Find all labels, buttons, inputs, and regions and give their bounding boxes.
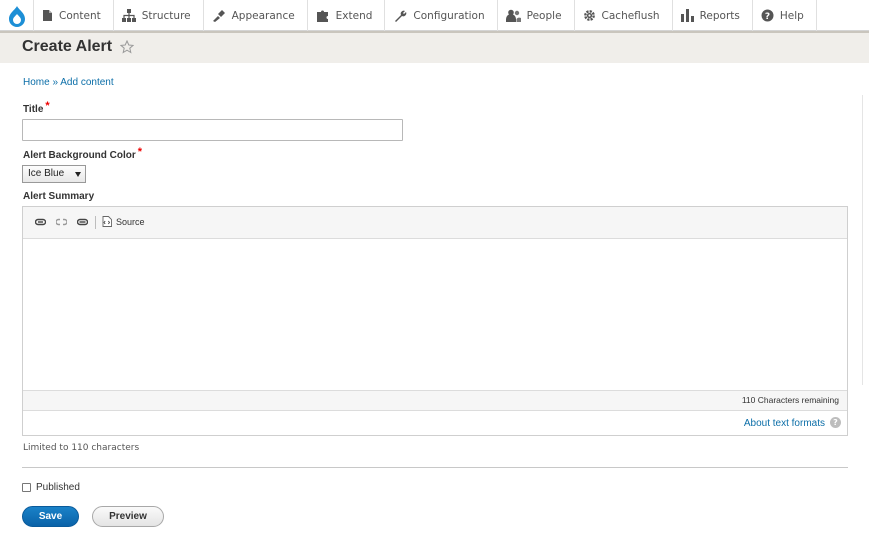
title-label: Title * bbox=[23, 100, 50, 115]
brush-icon bbox=[212, 10, 225, 22]
anchor-icon[interactable] bbox=[77, 218, 88, 226]
toolbar-item-appearance[interactable]: Appearance bbox=[204, 0, 308, 31]
bar-chart-icon bbox=[680, 9, 694, 22]
question-icon: ? bbox=[761, 9, 774, 22]
summary-label-text: Alert Summary bbox=[23, 191, 95, 202]
toolbar-item-people[interactable]: People bbox=[498, 0, 575, 31]
color-label-text: Alert Background Color bbox=[23, 150, 136, 161]
required-marker: * bbox=[45, 100, 50, 112]
characters-remaining: 110 Characters remaining bbox=[741, 395, 839, 405]
toolbar-item-label: Structure bbox=[141, 9, 191, 22]
editor-toolbar: Source bbox=[23, 207, 847, 239]
toolbar-item-label: People bbox=[526, 9, 562, 22]
page-header: Create Alert bbox=[0, 31, 869, 63]
required-marker: * bbox=[137, 146, 143, 158]
link-icon[interactable] bbox=[35, 218, 46, 226]
sitemap-icon bbox=[121, 9, 136, 22]
form-divider bbox=[22, 467, 848, 468]
gear-icon bbox=[583, 10, 595, 21]
breadcrumb-separator: » bbox=[52, 77, 59, 88]
toolbar-item-extend[interactable]: Extend bbox=[308, 0, 386, 31]
admin-toolbar: Content Structure Appearance Extend Conf… bbox=[0, 0, 869, 31]
toolbar-separator bbox=[95, 216, 96, 229]
toolbar-item-help[interactable]: ? Help bbox=[753, 0, 817, 31]
background-color-select[interactable]: Ice Blue bbox=[22, 165, 86, 183]
text-format-bar: About text formats ? bbox=[23, 411, 847, 435]
toolbar-item-label: Reports bbox=[699, 9, 740, 22]
preview-button[interactable]: Preview bbox=[92, 506, 164, 527]
breadcrumb-home-link[interactable]: Home bbox=[23, 77, 50, 88]
scrollbar-track bbox=[862, 95, 869, 385]
breadcrumb-add-content-link[interactable]: Add content bbox=[60, 77, 113, 88]
color-label: Alert Background Color * bbox=[23, 146, 143, 161]
page-title-text: Create Alert bbox=[22, 38, 113, 55]
select-value: Ice Blue bbox=[28, 168, 65, 179]
star-outline-icon[interactable] bbox=[120, 40, 135, 54]
toolbar-item-reports[interactable]: Reports bbox=[673, 0, 753, 31]
page-title: Create Alert bbox=[22, 38, 135, 56]
toolbar-item-label: Extend bbox=[335, 9, 373, 22]
drupal-drop-icon bbox=[8, 5, 25, 27]
toolbar-item-label: Help bbox=[779, 9, 804, 22]
published-checkbox[interactable] bbox=[22, 483, 31, 492]
caret-down-icon bbox=[75, 172, 81, 177]
source-button[interactable]: Source bbox=[102, 216, 145, 227]
file-icon bbox=[43, 10, 52, 21]
source-code-icon bbox=[102, 216, 112, 227]
toolbar-item-label: Appearance bbox=[231, 9, 295, 22]
title-label-text: Title bbox=[23, 104, 44, 115]
editor-content-area[interactable] bbox=[23, 239, 847, 390]
published-option[interactable]: Published bbox=[22, 482, 80, 493]
toolbar-item-label: Configuration bbox=[413, 9, 485, 22]
toolbar-item-structure[interactable]: Structure bbox=[114, 0, 204, 31]
character-counter-bar: 110 Characters remaining bbox=[23, 390, 847, 411]
puzzle-icon bbox=[316, 10, 328, 22]
rich-text-editor: Source 110 Characters remaining About te… bbox=[22, 206, 848, 436]
save-button[interactable]: Save bbox=[22, 506, 79, 527]
toolbar-item-configuration[interactable]: Configuration bbox=[385, 0, 498, 31]
people-icon bbox=[505, 9, 521, 22]
drupal-logo[interactable] bbox=[0, 0, 34, 31]
title-input[interactable] bbox=[22, 119, 403, 141]
published-label: Published bbox=[36, 482, 80, 493]
about-text-formats-link[interactable]: About text formats bbox=[744, 418, 825, 429]
toolbar-item-cacheflush[interactable]: Cacheflush bbox=[575, 0, 673, 31]
wrench-icon bbox=[395, 10, 407, 22]
source-button-label: Source bbox=[116, 216, 145, 227]
toolbar-item-label: Content bbox=[59, 9, 101, 22]
unlink-icon[interactable] bbox=[56, 218, 67, 226]
breadcrumb: Home » Add content bbox=[23, 77, 114, 88]
summary-label: Alert Summary bbox=[23, 191, 94, 202]
character-limit-description: Limited to 110 characters bbox=[23, 443, 140, 453]
help-icon[interactable]: ? bbox=[830, 417, 841, 428]
toolbar-item-label: Cacheflush bbox=[601, 9, 660, 22]
svg-text:?: ? bbox=[765, 12, 770, 22]
toolbar-item-content[interactable]: Content bbox=[34, 0, 114, 31]
